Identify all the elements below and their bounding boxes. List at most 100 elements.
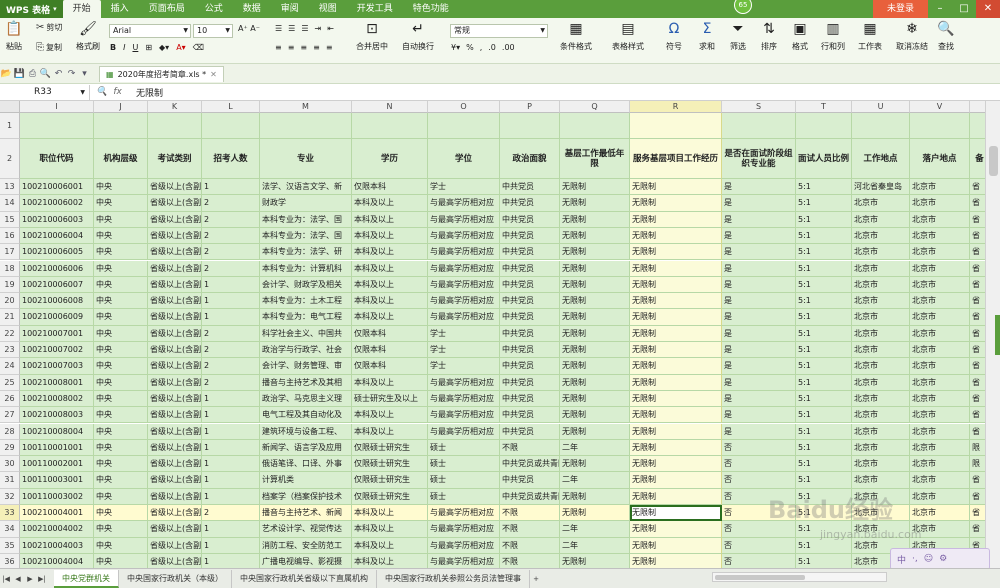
table-cell[interactable]: 与最高学历相对应	[428, 309, 500, 326]
table-cell[interactable]: 与最高学历相对应	[428, 227, 500, 245]
table-cell[interactable]: 档案学（档案保护技术	[260, 488, 352, 505]
table-cell[interactable]: 5:1	[796, 179, 852, 196]
table-cell[interactable]: 本科及以上	[352, 244, 428, 261]
row-header[interactable]: 13	[0, 179, 20, 196]
table-cell[interactable]: 北京市	[852, 358, 910, 375]
table-cell[interactable]: 5:1	[796, 456, 852, 473]
table-cell[interactable]: 100210006009	[20, 309, 94, 326]
table-cell[interactable]: 北京市	[910, 260, 970, 277]
table-cell[interactable]: 与最高学历相对应	[428, 407, 500, 424]
table-cell[interactable]: 省	[970, 211, 985, 228]
horizontal-scroll-thumb[interactable]	[715, 575, 805, 580]
table-cell[interactable]: 不限	[500, 537, 560, 554]
fill-color-icon[interactable]: ◆▾	[159, 43, 169, 52]
table-cell[interactable]: 是否在面试阶段组织专业能	[722, 139, 796, 179]
percent-icon[interactable]: %	[466, 43, 474, 52]
table-cell[interactable]: 面试人员比例	[796, 139, 852, 179]
table-cell[interactable]: 无限制	[630, 521, 722, 538]
column-header[interactable]: R	[630, 101, 722, 113]
table-cell[interactable]: 中共党员	[500, 423, 560, 440]
table-cell[interactable]: 硕士	[428, 472, 500, 489]
table-cell[interactable]: 2	[202, 211, 260, 228]
table-cell[interactable]: 5:1	[796, 390, 852, 408]
table-cell[interactable]: 5:1	[796, 244, 852, 261]
table-cell[interactable]: 中共党员	[500, 374, 560, 391]
table-cell[interactable]: 1	[202, 293, 260, 310]
table-cell[interactable]: 2	[202, 244, 260, 261]
open-folder-icon[interactable]: 📂	[0, 69, 13, 79]
table-cell[interactable]: 100210007002	[20, 342, 94, 359]
table-cell[interactable]: 省级以上(含副	[148, 244, 202, 261]
table-cell[interactable]: 无限制	[560, 423, 630, 440]
table-cell[interactable]: 与最高学历相对应	[428, 553, 500, 568]
table-cell[interactable]	[630, 113, 722, 139]
menu-tab-5[interactable]: 审阅	[271, 0, 309, 18]
table-cell[interactable]: 是	[722, 276, 796, 294]
table-cell[interactable]: 5:1	[796, 553, 852, 568]
name-box[interactable]: R33 ▼	[0, 84, 90, 100]
table-cell[interactable]: 与最高学历相对应	[428, 276, 500, 294]
table-cell[interactable]: 省级以上(含副	[148, 390, 202, 408]
align-bottom-icon[interactable]: ☰	[301, 24, 308, 33]
document-tab[interactable]: ▦ 2020年度招考简章.xls * ✕	[99, 65, 224, 82]
table-cell[interactable]: 学历	[352, 139, 428, 179]
table-cell[interactable]: 省级以上(含副	[148, 472, 202, 489]
table-cell[interactable]: 会计学、财政学及相关	[260, 276, 352, 294]
table-cell[interactable]: 北京市	[910, 211, 970, 228]
table-cell[interactable]: 北京市	[910, 423, 970, 440]
table-cell[interactable]: 5:1	[796, 374, 852, 391]
row-header[interactable]: 2	[0, 139, 20, 179]
table-cell[interactable]	[796, 113, 852, 139]
table-cell[interactable]: 2	[202, 505, 260, 522]
table-cell[interactable]: 无限制	[560, 244, 630, 261]
table-cell[interactable]: 仅限本科	[352, 358, 428, 375]
table-cell[interactable]: 是	[722, 211, 796, 228]
table-cell[interactable]: 仅限硕士研究生	[352, 439, 428, 457]
table-cell[interactable]: 北京市	[910, 244, 970, 261]
save-icon[interactable]: 💾	[13, 69, 26, 79]
table-cell[interactable]: 2	[202, 374, 260, 391]
sheet-tab[interactable]: 中央国家行政机关（本级）	[119, 569, 232, 588]
table-cell[interactable]: 省	[970, 505, 985, 522]
table-cell[interactable]: 省级以上(含副	[148, 325, 202, 342]
table-cell[interactable]: 无限制	[560, 276, 630, 294]
table-cell[interactable]: 北京市	[910, 179, 970, 196]
table-cell[interactable]: 无限制	[630, 195, 722, 212]
table-cell[interactable]: 100210006007	[20, 276, 94, 294]
table-cell[interactable]: 2	[202, 227, 260, 245]
table-cell[interactable]: 无限制	[630, 260, 722, 277]
table-cell[interactable]: 是	[722, 407, 796, 424]
table-cell[interactable]	[352, 113, 428, 139]
sort-button[interactable]: ⇅ 排序	[759, 20, 779, 52]
table-cell[interactable]: 仅限本科	[352, 179, 428, 196]
table-cell[interactable]: 硕士研究生及以上	[352, 390, 428, 408]
table-cell[interactable]: 无限制	[630, 537, 722, 554]
table-cell[interactable]: 中共党员	[500, 276, 560, 294]
table-cell[interactable]: 5:1	[796, 211, 852, 228]
row-header[interactable]: 16	[0, 227, 20, 245]
table-cell[interactable]: 新闻学、语言学及应用	[260, 439, 352, 457]
table-cell[interactable]: 中共党员	[500, 325, 560, 342]
table-cell[interactable]: 本科及以上	[352, 276, 428, 294]
column-header[interactable]: V	[910, 101, 970, 113]
redo-icon[interactable]: ↷	[65, 69, 78, 79]
table-cell[interactable]: 本科及以上	[352, 374, 428, 391]
table-cell[interactable]: 是	[722, 309, 796, 326]
table-cell[interactable]: 无限制	[630, 423, 722, 440]
row-header[interactable]: 30	[0, 456, 20, 473]
format-button[interactable]: ▣ 格式	[790, 20, 810, 52]
table-cell[interactable]: 无限制	[560, 195, 630, 212]
freeze-button[interactable]: ❄ 取消冻结	[896, 20, 928, 52]
row-header[interactable]: 24	[0, 358, 20, 375]
table-cell[interactable]: 北京市	[910, 293, 970, 310]
table-cell[interactable]: 北京市	[852, 423, 910, 440]
table-cell[interactable]: 1	[202, 179, 260, 196]
table-cell[interactable]: 政治学与行政学、社会	[260, 342, 352, 359]
table-cell[interactable]: 省	[970, 521, 985, 538]
align-right-icon[interactable]: ≡	[300, 43, 307, 52]
table-cell[interactable]: 与最高学历相对应	[428, 211, 500, 228]
table-cell[interactable]: 与最高学历相对应	[428, 390, 500, 408]
table-cell[interactable]: 不限	[500, 439, 560, 457]
table-cell[interactable]	[852, 113, 910, 139]
table-cell[interactable]: 省级以上(含副	[148, 195, 202, 212]
